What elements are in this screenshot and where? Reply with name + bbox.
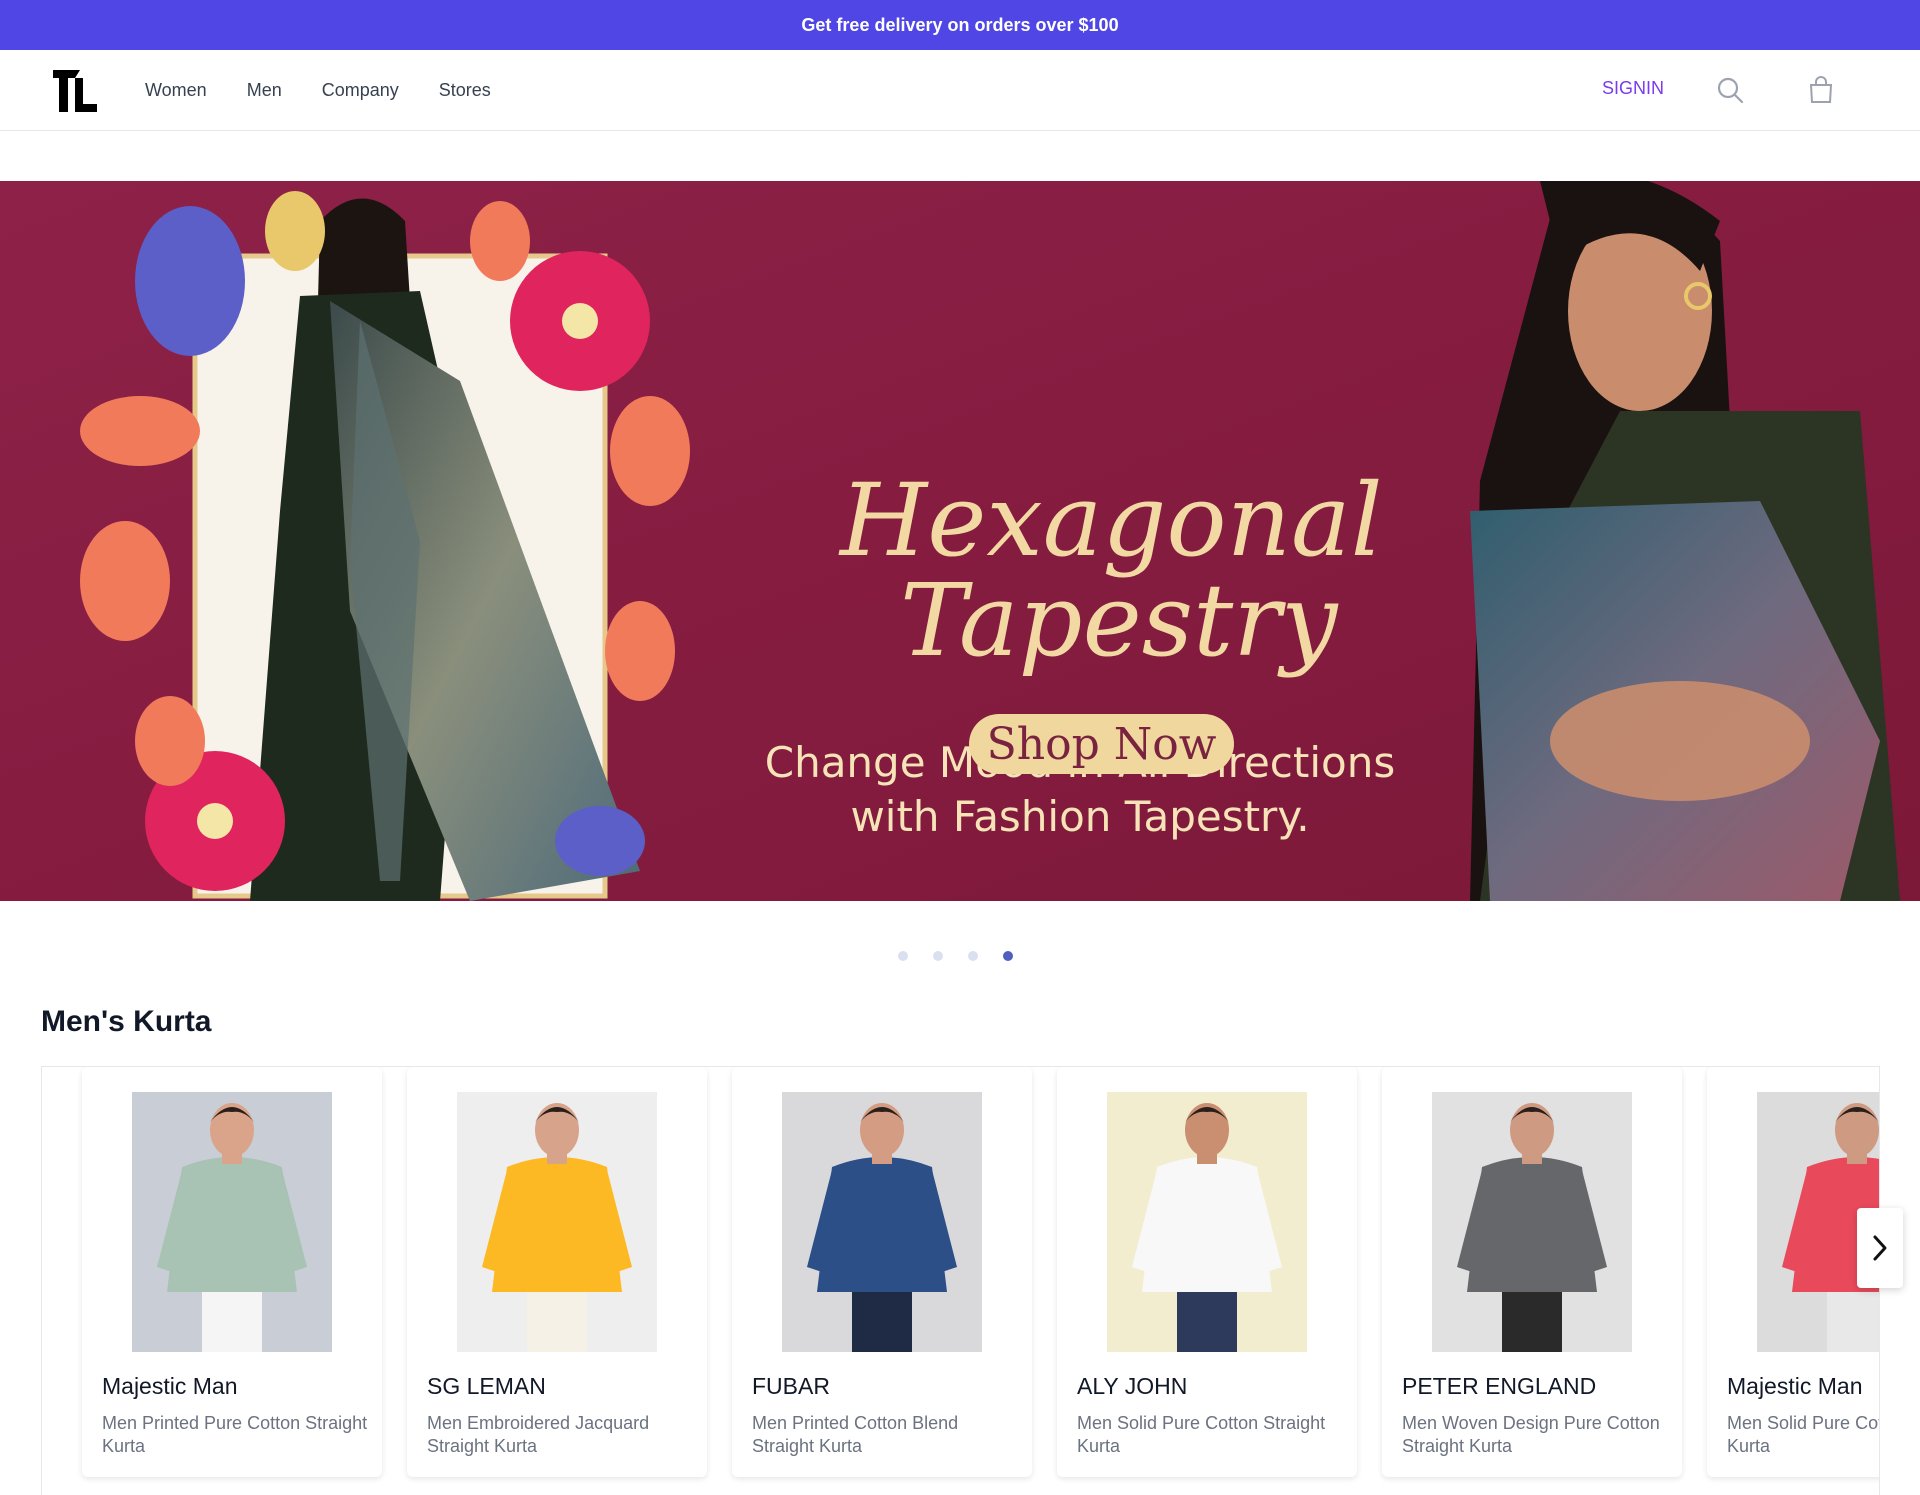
product-brand[interactable]: Majestic Man xyxy=(102,1373,237,1400)
shop-now-button[interactable]: Shop Now xyxy=(969,714,1234,774)
logo-mark-icon xyxy=(53,70,97,112)
carousel-next-button[interactable] xyxy=(1857,1208,1903,1288)
promo-text: Get free delivery on orders over $100 xyxy=(801,14,1119,35)
promo-banner: Get free delivery on orders over $100 xyxy=(0,0,1920,50)
top-navigation: Women Men Company Stores SIGNIN xyxy=(0,50,1920,131)
shopping-bag-icon xyxy=(1809,76,1833,103)
carousel-dot-1[interactable] xyxy=(898,951,908,961)
nav-company[interactable]: Company xyxy=(322,80,399,101)
signin-link[interactable]: SIGNIN xyxy=(1602,78,1664,99)
hero-banner[interactable]: Hexagonal Tapestry Change Mood in All Di… xyxy=(0,181,1920,901)
nav-men[interactable]: Men xyxy=(247,80,282,101)
carousel-dots xyxy=(898,951,1013,961)
section-title: Men's Kurta xyxy=(41,1005,212,1038)
carousel-dot-4[interactable] xyxy=(1003,951,1013,961)
product-track: Majestic Man Men Printed Pure Cotton Stra… xyxy=(82,1067,1879,1477)
product-description[interactable]: Men Solid Pure Cotton Straight Kurta xyxy=(1077,1412,1347,1458)
product-card[interactable]: SG LEMAN Men Embroidered Jacquard Straigh… xyxy=(407,1067,707,1477)
product-brand[interactable]: ALY JOHN xyxy=(1077,1373,1187,1400)
product-image[interactable] xyxy=(457,1092,657,1352)
carousel-dot-3[interactable] xyxy=(968,951,978,961)
hero-title-line2: Tapestry xyxy=(900,562,1338,679)
product-image[interactable] xyxy=(132,1092,332,1352)
product-description[interactable]: Men Printed Cotton Blend Straight Kurta xyxy=(752,1412,1022,1458)
product-card[interactable]: ALY JOHN Men Solid Pure Cotton Straight K… xyxy=(1057,1067,1357,1477)
cart-button[interactable] xyxy=(1805,74,1837,106)
product-description[interactable]: Men Printed Pure Cotton Straight Kurta xyxy=(102,1412,372,1458)
nav-women[interactable]: Women xyxy=(145,80,207,101)
hero-title-line1: Hexagonal xyxy=(840,462,1383,579)
chevron-right-icon xyxy=(1873,1235,1887,1261)
carousel-dot-2[interactable] xyxy=(933,951,943,961)
product-image[interactable] xyxy=(1432,1092,1632,1352)
product-card[interactable]: PETER ENGLAND Men Woven Design Pure Cotto… xyxy=(1382,1067,1682,1477)
search-button[interactable] xyxy=(1714,74,1746,106)
main-nav: Women Men Company Stores xyxy=(145,50,491,131)
product-brand[interactable]: Majestic Man xyxy=(1727,1373,1862,1400)
product-card[interactable]: Majestic Man Men Solid Pure Cotton Straig… xyxy=(1707,1067,1879,1477)
product-card[interactable]: FUBAR Men Printed Cotton Blend Straight K… xyxy=(732,1067,1032,1477)
product-description[interactable]: Men Woven Design Pure Cotton Straight Ku… xyxy=(1402,1412,1672,1458)
brand-logo[interactable] xyxy=(53,70,98,112)
product-card[interactable]: Majestic Man Men Printed Pure Cotton Stra… xyxy=(82,1067,382,1477)
product-brand[interactable]: SG LEMAN xyxy=(427,1373,546,1400)
product-image[interactable] xyxy=(1107,1092,1307,1352)
product-carousel: Majestic Man Men Printed Pure Cotton Stra… xyxy=(41,1066,1880,1495)
hero-title: Hexagonal Tapestry xyxy=(840,462,1383,679)
product-image[interactable] xyxy=(782,1092,982,1352)
search-icon xyxy=(1717,77,1744,104)
product-brand[interactable]: PETER ENGLAND xyxy=(1402,1373,1596,1400)
nav-stores[interactable]: Stores xyxy=(439,80,491,101)
product-description[interactable]: Men Embroidered Jacquard Straight Kurta xyxy=(427,1412,697,1458)
product-description[interactable]: Men Solid Pure Cotton Straight Kurta xyxy=(1727,1412,1879,1458)
product-brand[interactable]: FUBAR xyxy=(752,1373,830,1400)
